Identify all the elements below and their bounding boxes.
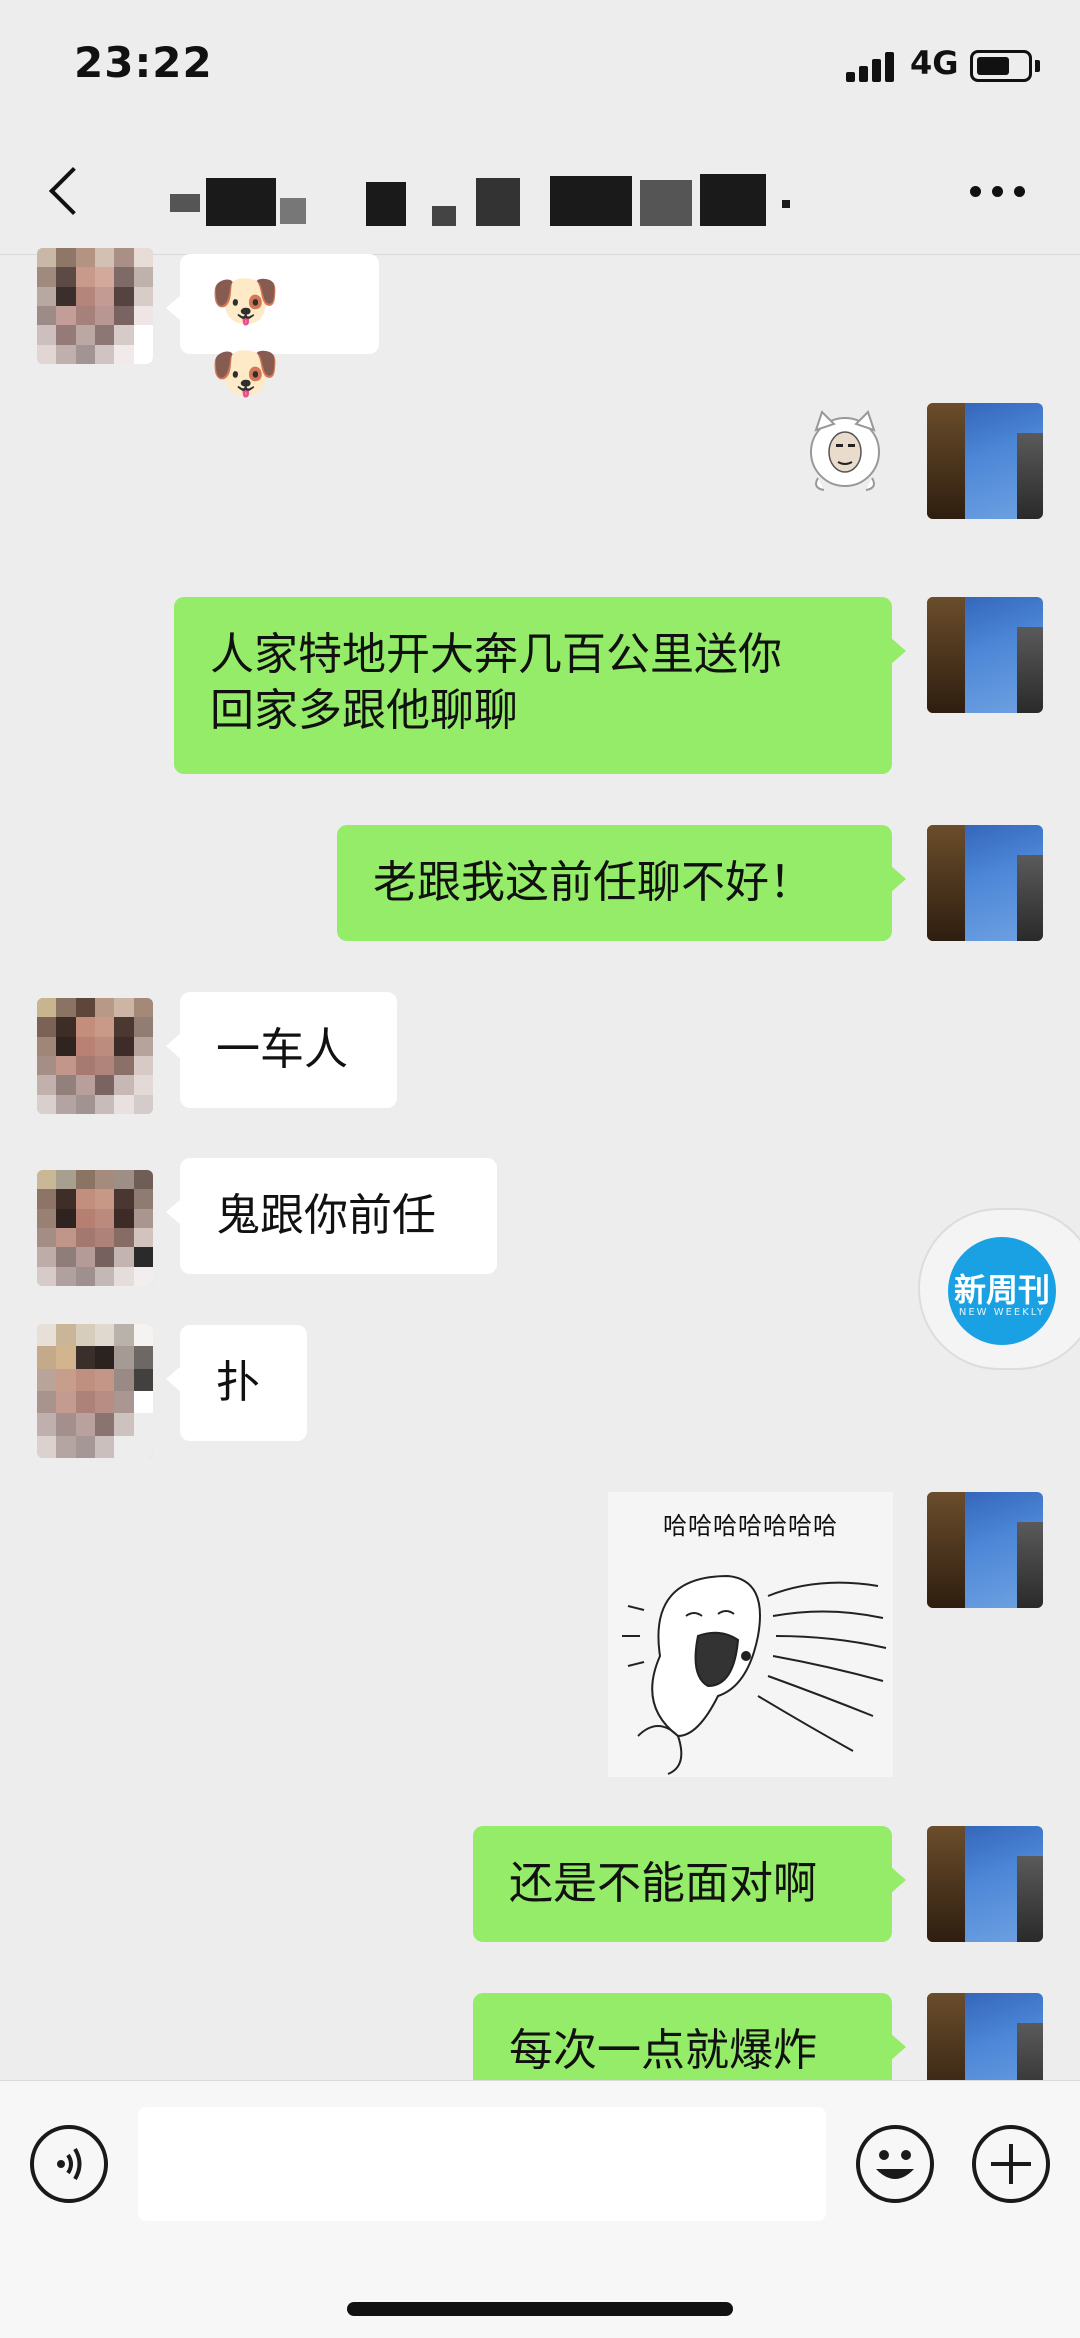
floating-watermark-badge[interactable]: 新周刊 NEW WEEKLY xyxy=(918,1208,1080,1370)
contact-avatar[interactable] xyxy=(37,248,153,364)
message-bubble[interactable]: 扑 xyxy=(166,1325,307,1441)
chat-title-redacted xyxy=(170,170,890,226)
voice-icon[interactable] xyxy=(30,2125,108,2203)
cat-face-sticker[interactable] xyxy=(806,408,884,494)
home-indicator[interactable] xyxy=(347,2302,733,2316)
more-button[interactable] xyxy=(970,180,1030,204)
message-bubble[interactable]: 鬼跟你前任 xyxy=(166,1158,497,1274)
signal-icon xyxy=(846,50,898,82)
back-button[interactable] xyxy=(36,160,96,224)
brand-logo: 新周刊 NEW WEEKLY xyxy=(948,1237,1056,1345)
my-avatar[interactable] xyxy=(927,403,1043,519)
status-time: 23:22 xyxy=(74,38,213,87)
my-avatar[interactable] xyxy=(927,597,1043,713)
plus-icon[interactable] xyxy=(972,2125,1050,2203)
contact-avatar[interactable] xyxy=(37,1170,153,1286)
laughing-meme-sticker[interactable]: 哈哈哈哈哈哈哈 xyxy=(608,1492,893,1777)
status-bar: 23:22 4G xyxy=(0,0,1080,130)
message-bubble[interactable]: 还是不能面对啊 xyxy=(473,1826,906,1942)
message-bubble[interactable]: 🐶🐶 xyxy=(166,254,379,406)
my-avatar[interactable] xyxy=(927,1826,1043,1942)
input-bar xyxy=(0,2080,1080,2338)
message-input[interactable] xyxy=(138,2107,826,2221)
chat-header xyxy=(0,130,1080,255)
emoji-icon[interactable] xyxy=(856,2125,934,2203)
message-bubble[interactable]: 老跟我这前任聊不好！ xyxy=(337,825,906,941)
my-avatar[interactable] xyxy=(927,1492,1043,1608)
contact-avatar[interactable] xyxy=(37,998,153,1114)
my-avatar[interactable] xyxy=(927,825,1043,941)
contact-avatar[interactable] xyxy=(37,1324,153,1458)
network-type: 4G xyxy=(910,44,959,82)
message-bubble[interactable]: 人家特地开大奔几百公里送你 回家多跟他聊聊 xyxy=(174,597,906,774)
message-bubble[interactable]: 一车人 xyxy=(166,992,397,1108)
battery-icon xyxy=(970,50,1032,82)
